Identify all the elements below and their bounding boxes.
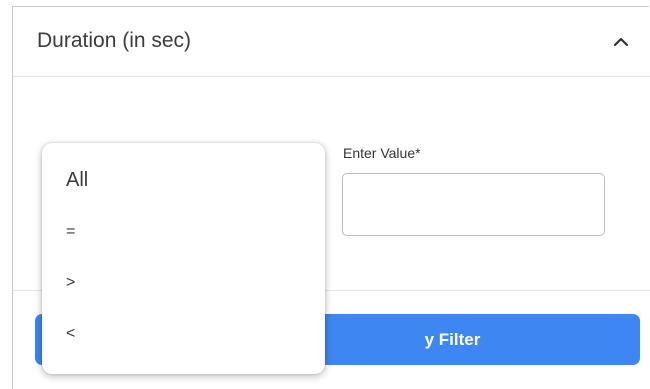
dropdown-option-less-than[interactable]: < <box>42 309 325 359</box>
value-input[interactable] <box>342 173 605 236</box>
chevron-up-icon <box>613 37 629 47</box>
apply-filter-label: y Filter <box>424 329 481 349</box>
dropdown-option-equals[interactable]: = <box>42 207 325 257</box>
dropdown-option-all[interactable]: All <box>42 155 325 205</box>
collapse-button[interactable] <box>608 29 634 55</box>
dropdown-option-label: < <box>66 325 76 342</box>
dropdown-option-label: > <box>66 274 76 291</box>
operator-dropdown-menu: All = > < <box>42 143 325 374</box>
dropdown-option-label: All <box>66 168 89 191</box>
dropdown-option-greater-than[interactable]: > <box>42 258 325 308</box>
dropdown-option-label: = <box>66 223 76 240</box>
section-title: Duration (in sec) <box>37 29 192 52</box>
value-label: Enter Value* <box>343 145 421 161</box>
panel-header[interactable]: Duration (in sec) <box>13 7 650 77</box>
